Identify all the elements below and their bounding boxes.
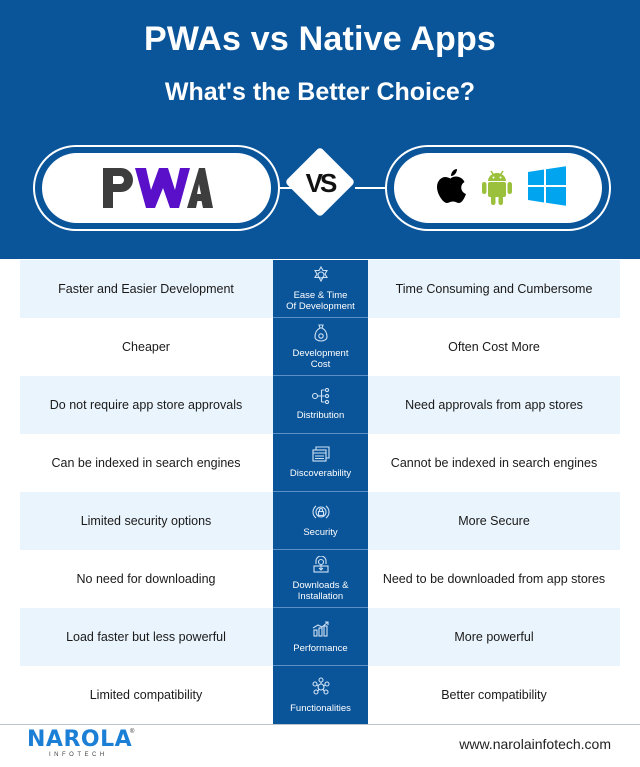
browser-window-icon	[311, 446, 330, 465]
criterion-label: Distribution	[296, 410, 345, 421]
criterion-label: Development Cost	[292, 347, 349, 370]
connector-line	[355, 187, 385, 189]
criterion-cell: Discoverability	[273, 434, 368, 492]
native-cell: More powerful	[454, 630, 534, 644]
atom-gear-icon	[312, 265, 330, 287]
user-download-icon	[312, 555, 329, 577]
criterion-label: Security	[303, 527, 338, 538]
android-icon	[481, 166, 513, 211]
pwa-cell: Do not require app store approvals	[49, 398, 243, 412]
native-badge	[385, 145, 611, 231]
pwa-cell: Cheaper	[122, 340, 170, 354]
header-banner: PWAs vs Native Apps What's the Better Ch…	[0, 0, 640, 259]
logo-subtitle: INFOTECH	[49, 752, 108, 758]
pwa-badge	[33, 145, 280, 231]
pwa-cell: Can be indexed in search engines	[51, 456, 241, 470]
native-cell: Better compatibility	[441, 688, 547, 702]
gear-network-icon	[311, 676, 331, 700]
vs-label: VS	[305, 168, 338, 198]
criterion-cell: Performance	[273, 608, 368, 666]
criterion-cell: Functionalities	[273, 666, 368, 724]
native-cell: Often Cost More	[448, 340, 540, 354]
criterion-cell: Development Cost	[273, 318, 368, 376]
criteria-column: Ease & Time Of Development Development C…	[273, 260, 368, 724]
criterion-label: Discoverability	[289, 468, 352, 479]
native-cell: More Secure	[458, 514, 530, 528]
apple-icon	[435, 166, 467, 211]
registered-mark: ®	[130, 729, 135, 735]
native-cell: Need to be downloaded from app stores	[382, 572, 606, 586]
criterion-cell: Distribution	[273, 376, 368, 434]
pwa-cell: Limited compatibility	[89, 688, 203, 702]
footer-divider	[0, 724, 640, 725]
pwa-cell: Faster and Easier Development	[58, 282, 234, 296]
network-distribution-icon	[311, 387, 331, 407]
page-subtitle: What's the Better Choice?	[164, 78, 476, 106]
money-bag-icon	[313, 323, 328, 345]
pwa-cell: Limited security options	[80, 514, 212, 528]
native-cell: Need approvals from app stores	[405, 398, 583, 412]
windows-icon	[527, 165, 567, 211]
criterion-cell: Security	[273, 492, 368, 550]
pwa-cell: Load faster but less powerful	[66, 630, 226, 644]
pwa-cell: No need for downloading	[76, 572, 216, 586]
logo-name: NAROLA	[27, 727, 133, 752]
page-title: PWAs vs Native Apps	[143, 20, 497, 58]
criterion-cell: Ease & Time Of Development	[273, 260, 368, 318]
narola-logo: NAROLA INFOTECH ®	[27, 729, 137, 763]
native-cell: Cannot be indexed in search engines	[390, 456, 598, 470]
criterion-cell: Downloads & Installation	[273, 550, 368, 608]
native-cell: Time Consuming and Cumbersome	[395, 282, 593, 296]
criterion-label: Functionalities	[290, 702, 351, 714]
criterion-label: Downloads & Installation	[292, 579, 349, 602]
website-link[interactable]: www.narolainfotech.com	[459, 736, 611, 752]
criterion-label: Performance	[293, 643, 348, 654]
lock-shield-icon	[312, 503, 330, 524]
criterion-label: Ease & Time Of Development	[286, 289, 355, 312]
pwa-logo-icon	[101, 166, 213, 210]
growth-chart-icon	[311, 619, 331, 640]
